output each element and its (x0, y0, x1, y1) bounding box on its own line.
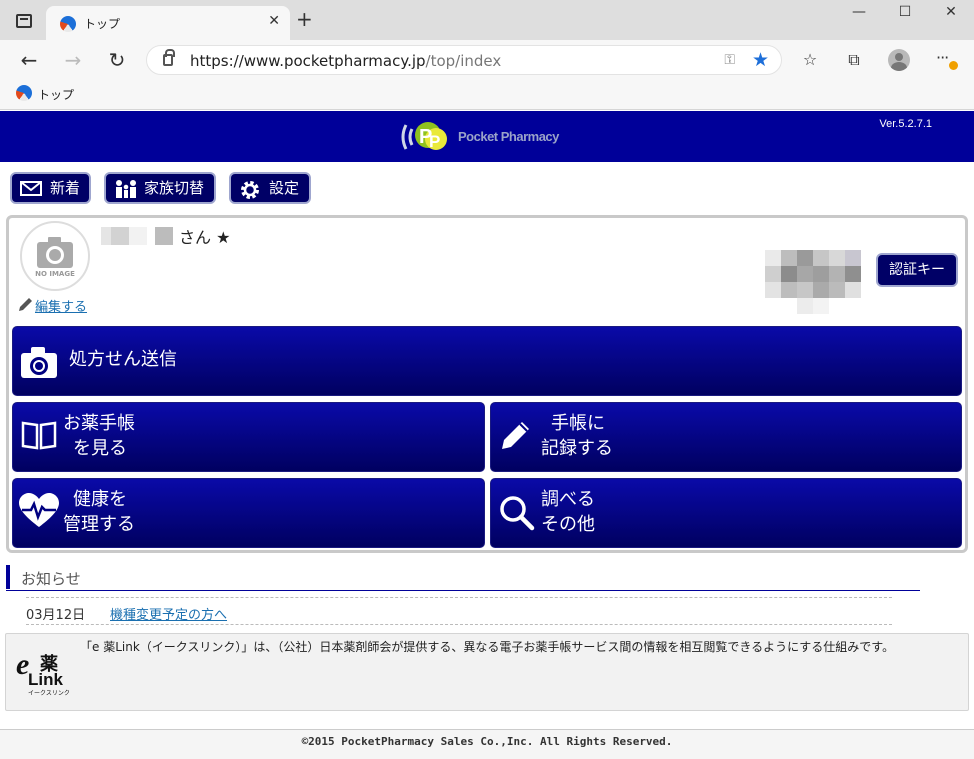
lock-icon[interactable] (163, 49, 175, 66)
notice-date: 03月12日 (26, 608, 86, 623)
family-switch-button[interactable]: 家族切替 (104, 172, 216, 204)
news-button[interactable]: 新着 (10, 172, 91, 204)
record-notebook-button[interactable]: 手帳に 記録する (490, 402, 962, 472)
camera-icon (21, 347, 57, 378)
favorites-bar: トップ (0, 80, 974, 110)
url-text[interactable]: https://www.pocketpharmacy.jp/top/index (190, 52, 501, 70)
search-other-label-2: その他 (541, 514, 595, 535)
url-path: /top/index (425, 52, 502, 70)
elink-logo-kana: イークスリンク (28, 690, 70, 697)
address-bar[interactable]: https://www.pocketpharmacy.jp/top/index … (146, 45, 782, 75)
site-header: P P Pocket Pharmacy Ver.5.2.7.1 (0, 111, 974, 162)
book-icon (21, 421, 57, 450)
favorites-list-icon[interactable]: ☆ (799, 50, 821, 69)
send-prescription-button[interactable]: 処方せん送信 (12, 326, 962, 396)
maximize-button[interactable]: ☐ (882, 4, 928, 28)
mail-icon (20, 181, 42, 196)
close-window-button[interactable]: ✕ (928, 4, 974, 28)
camera-placeholder-icon (37, 237, 73, 268)
gear-icon (241, 181, 259, 199)
profile-avatar-icon[interactable] (888, 49, 910, 71)
search-other-button[interactable]: 調べる その他 (490, 478, 962, 548)
tab-top[interactable]: トップ ✕ (46, 6, 290, 40)
edit-profile-link[interactable]: 編集する (17, 296, 87, 315)
send-prescription-label: 処方せん送信 (69, 349, 177, 370)
manage-health-button[interactable]: 健康を 管理する (12, 478, 485, 548)
pocket-pharmacy-logo[interactable]: P P Pocket Pharmacy (400, 117, 580, 157)
url-host: https://www.pocketpharmacy.jp (190, 52, 426, 70)
notice-item: 03月12日 機種変更予定の方へ (26, 597, 892, 625)
record-notebook-label-2: 記録する (541, 438, 613, 459)
notice-link[interactable]: 機種変更予定の方へ (110, 604, 227, 623)
favorite-label: トップ (38, 88, 75, 102)
key-icon[interactable]: ⚿ (724, 52, 735, 68)
view-notebook-label-2: を見る (73, 438, 127, 459)
more-menu-icon[interactable]: ··· (936, 48, 949, 67)
tab-title: トップ (84, 17, 121, 31)
back-icon[interactable]: ← (17, 48, 41, 72)
elink-logo-link: Link (28, 670, 63, 689)
edit-profile-label: 編集する (35, 300, 88, 315)
view-notebook-button[interactable]: お薬手帳 を見る (12, 402, 485, 472)
search-other-label-1: 調べる (541, 489, 595, 510)
pp-logo-icon: P P (401, 122, 447, 151)
update-badge (949, 61, 958, 70)
manage-health-label-2: 管理する (63, 514, 135, 535)
tab-close-icon[interactable]: ✕ (268, 13, 280, 29)
auth-key-button[interactable]: 認証キー (876, 253, 958, 287)
no-image-label: NO IMAGE (35, 270, 75, 278)
main-card: NO IMAGE さん ★ 編集する 認証キー 処方せん送信 お薬手帳 を見る … (6, 215, 968, 553)
favorite-favicon-icon (16, 85, 32, 101)
new-tab-button[interactable]: + (296, 9, 313, 29)
elink-info-box: e 薬 Link イークスリンク 「e 薬Link（イークスリンク）」は、（公社… (5, 633, 969, 711)
version-label: Ver.5.2.7.1 (879, 118, 932, 130)
tab-actions-icon[interactable] (16, 14, 32, 28)
logo-text: Pocket Pharmacy (458, 129, 559, 144)
notice-section-header: お知らせ (6, 565, 920, 591)
browser-toolbar: ← → ↻ https://www.pocketpharmacy.jp/top/… (0, 40, 974, 80)
forward-icon[interactable]: → (61, 48, 85, 72)
page-content: P P Pocket Pharmacy Ver.5.2.7.1 新着 家族切替 … (0, 111, 974, 759)
notice-title: お知らせ (21, 570, 81, 588)
minimize-button[interactable]: — (836, 4, 882, 28)
svg-text:P: P (429, 132, 440, 151)
favorite-star-icon[interactable]: ★ (752, 49, 769, 71)
footer: ©2015 PocketPharmacy Sales Co.,Inc. All … (0, 729, 974, 759)
settings-label: 設定 (269, 179, 300, 197)
pencil-icon (502, 422, 529, 449)
avatar[interactable]: NO IMAGE (20, 221, 90, 291)
reload-icon[interactable]: ↻ (105, 48, 129, 72)
heart-icon (19, 493, 59, 527)
pencil-icon (19, 298, 32, 311)
elink-description: 「e 薬Link（イークスリンク）」は、（公社）日本薬剤師会が提供する、異なる電… (80, 640, 895, 654)
news-label: 新着 (50, 179, 81, 197)
auth-key-redacted (765, 250, 873, 320)
collections-icon[interactable]: ⧉ (843, 50, 865, 70)
manage-health-label-1: 健康を (73, 489, 127, 510)
site-favicon-icon (60, 16, 76, 32)
family-switch-label: 家族切替 (144, 179, 205, 197)
copyright-text: ©2015 PocketPharmacy Sales Co.,Inc. All … (301, 735, 673, 748)
settings-button[interactable]: 設定 (229, 172, 311, 204)
family-icon (116, 180, 136, 198)
browser-tab-bar: トップ ✕ + — ☐ ✕ (0, 0, 974, 40)
user-honorific: さん ★ (179, 228, 231, 247)
magnifier-icon (500, 496, 535, 531)
record-notebook-label-1: 手帳に (551, 413, 605, 434)
elink-logo[interactable]: e 薬 Link イークスリンク (16, 648, 76, 697)
user-name-redacted (101, 227, 173, 245)
view-notebook-label-1: お薬手帳 (63, 413, 135, 434)
